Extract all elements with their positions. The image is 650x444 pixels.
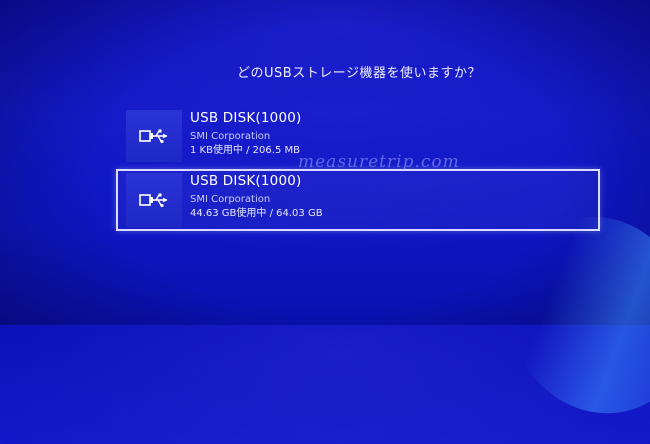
device-name: USB DISK(1000) (190, 173, 302, 189)
device-usage: 44.63 GB使用中 / 64.03 GB (190, 208, 323, 220)
device-icon-tile (126, 110, 182, 162)
device-usage: 1 KB使用中 / 206.5 MB (190, 145, 300, 157)
usb-icon (139, 129, 167, 144)
device-info: USB DISK(1000) SMI Corporation 44.63 GB使… (190, 173, 323, 220)
device-vendor: SMI Corporation (190, 194, 271, 206)
usb-icon (139, 193, 167, 208)
dialog-title: どのUSBストレージ機器を使いますか？ (237, 66, 481, 81)
device-icon-tile (126, 173, 182, 227)
device-vendor: SMI Corporation (190, 131, 271, 143)
device-info: USB DISK(1000) SMI Corporation 1 KB使用中 /… (190, 110, 302, 157)
device-item-usb-2-selected[interactable]: USB DISK(1000) SMI Corporation 44.63 GB使… (116, 169, 600, 231)
watermark: measuretrip.com (298, 152, 460, 172)
device-name: USB DISK(1000) (190, 110, 302, 126)
